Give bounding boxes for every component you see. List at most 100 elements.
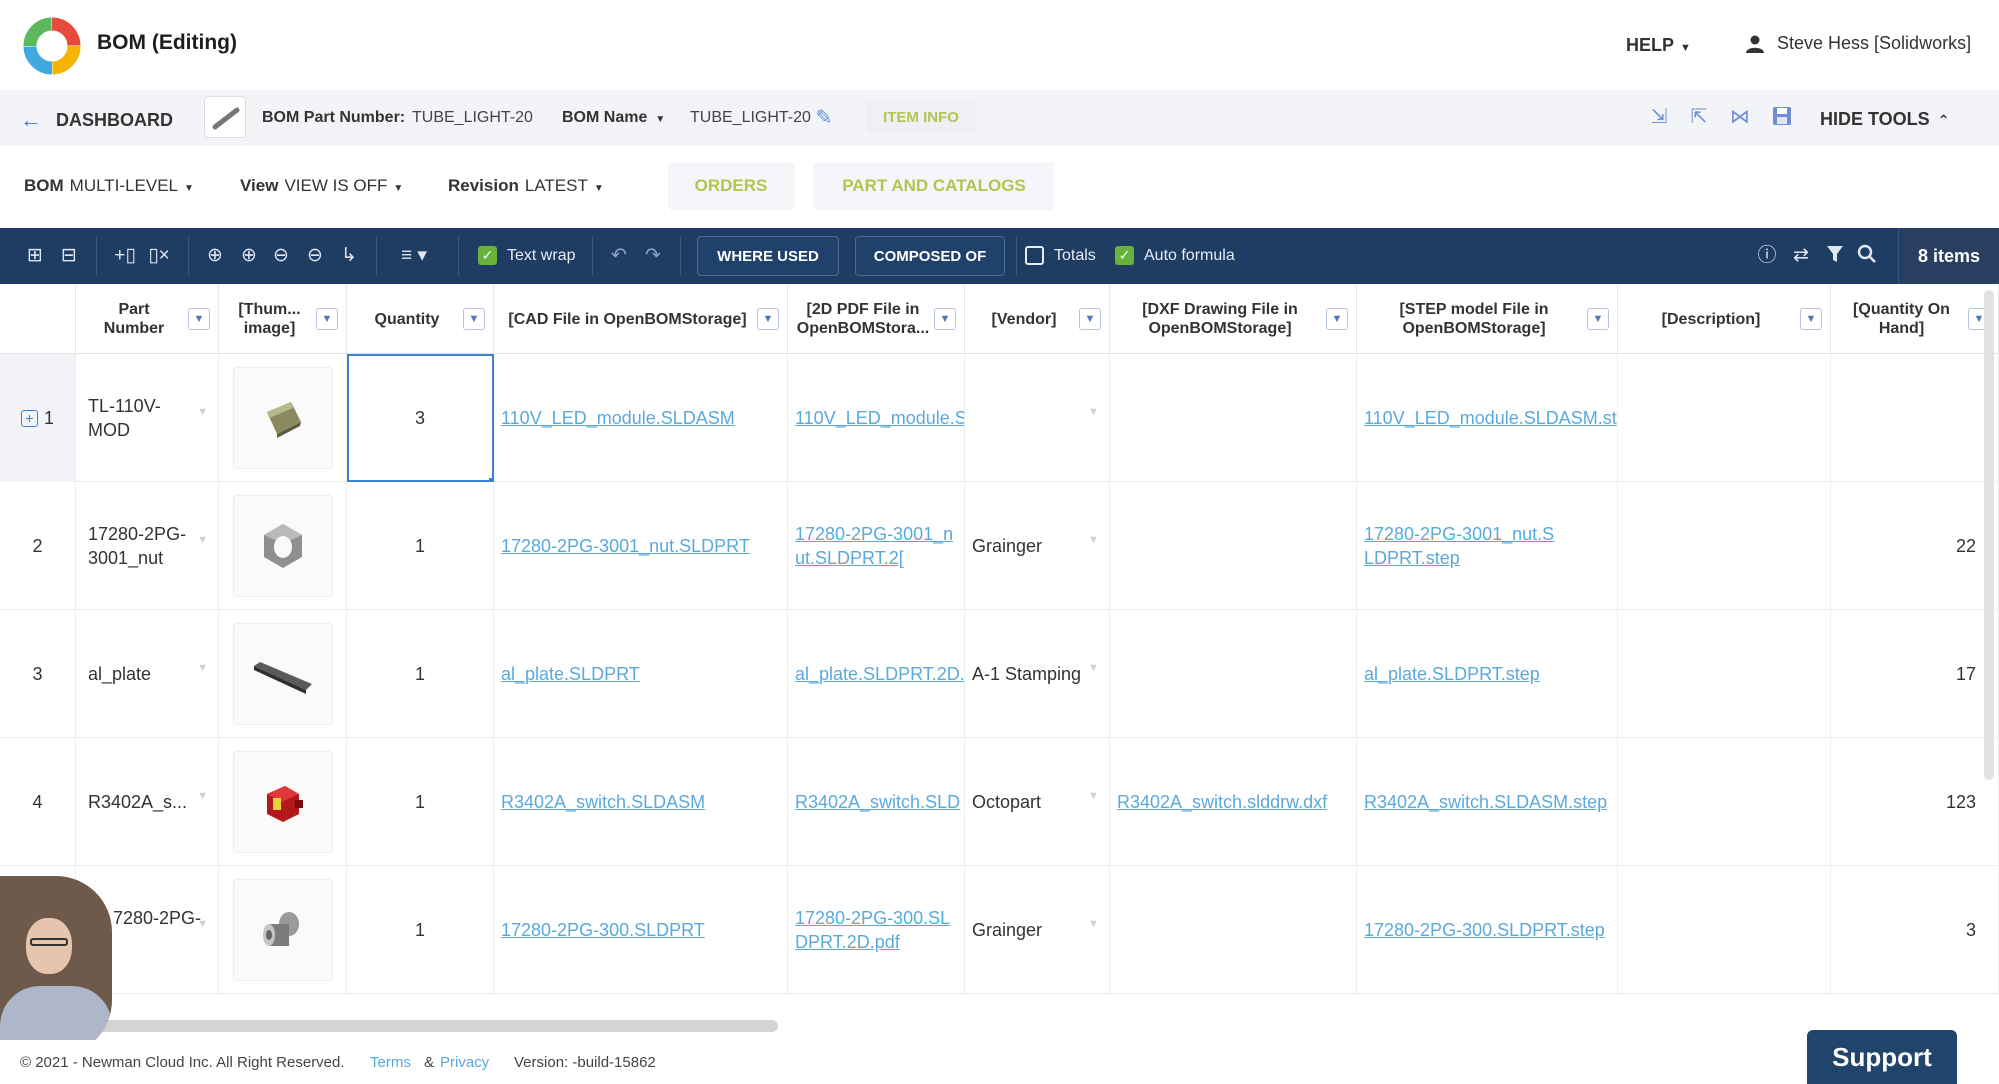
hide-tools-toggle[interactable]: HIDE TOOLS ⌃ <box>1820 109 1949 130</box>
row-number-cell[interactable]: 2 <box>0 482 76 610</box>
indent-icon[interactable]: ↳ <box>336 244 362 268</box>
table-row[interactable]: 2 17280-2PG-3001_nut ▼ 1 17280-2PG-3001_n… <box>0 482 1999 610</box>
quantity-cell[interactable]: 1 <box>347 482 494 610</box>
cad-file-cell[interactable]: 110V_LED_module.SLDASM <box>494 354 788 482</box>
description-cell[interactable] <box>1618 866 1831 994</box>
quantity-cell[interactable]: 1 <box>347 738 494 866</box>
step-file-link[interactable]: R3402A_switch.SLDASM.step <box>1364 790 1607 814</box>
column-header-thumbnail[interactable]: [Thum... image] ▼ <box>219 284 347 354</box>
column-header-vendor[interactable]: [Vendor] ▼ <box>965 284 1110 354</box>
dxf-file-cell[interactable] <box>1110 610 1357 738</box>
pdf-file-link[interactable]: al_plate.SLDPRT.2D. <box>795 662 964 686</box>
item-info-tab[interactable]: ITEM INFO <box>866 100 976 134</box>
part-thumbnail-image[interactable] <box>232 751 333 853</box>
table-row[interactable]: 4 R3402A_s... ▼ 1 R3402A_switch.SLDASM R3… <box>0 738 1999 866</box>
filter-dropdown-icon[interactable]: ▼ <box>1079 308 1101 330</box>
column-header-description[interactable]: [Description] ▼ <box>1618 284 1831 354</box>
openbom-logo[interactable] <box>22 16 82 76</box>
part-thumbnail-image[interactable] <box>232 367 333 469</box>
column-header-dxf-file[interactable]: [DXF Drawing File in OpenBOMStorage] ▼ <box>1110 284 1357 354</box>
cad-file-cell[interactable]: al_plate.SLDPRT <box>494 610 788 738</box>
tab-orders[interactable]: ORDERS <box>668 162 794 210</box>
pdf-file-cell[interactable]: al_plate.SLDPRT.2D. <box>788 610 965 738</box>
description-cell[interactable] <box>1618 482 1831 610</box>
thumbnail-cell[interactable] <box>219 354 347 482</box>
vendor-cell[interactable]: A-1 Stamping ▼ <box>965 610 1110 738</box>
cad-file-cell[interactable]: R3402A_switch.SLDASM <box>494 738 788 866</box>
dashboard-link[interactable]: ← DASHBOARD <box>20 107 173 133</box>
filter-dropdown-icon[interactable]: ▼ <box>934 308 956 330</box>
part-number-cell[interactable]: R3402A_s... ▼ <box>76 738 219 866</box>
filter-dropdown-icon[interactable]: ▼ <box>1587 308 1609 330</box>
row-number-cell[interactable]: 3 <box>0 610 76 738</box>
pdf-file-cell[interactable]: 17280-2PG-300.SLDPRT.2D.pdf <box>788 866 965 994</box>
thumbnail-cell[interactable] <box>219 738 347 866</box>
thumbnail-cell[interactable] <box>219 866 347 994</box>
composed-of-button[interactable]: COMPOSED OF <box>855 236 1005 276</box>
expand-plus-icon[interactable]: + <box>20 409 38 427</box>
quantity-on-hand-cell[interactable]: 3 <box>1831 866 1999 994</box>
share-icon[interactable]: ⋈ <box>1728 105 1752 129</box>
pdf-file-cell[interactable]: R3402A_switch.SLD <box>788 738 965 866</box>
bom-type-dropdown[interactable]: BOM MULTI-LEVEL ▼ <box>24 176 194 196</box>
revision-dropdown[interactable]: Revision LATEST ▼ <box>448 176 604 196</box>
import-icon[interactable]: ⇲ <box>1647 105 1671 129</box>
quantity-on-hand-cell[interactable]: 123 <box>1831 738 1999 866</box>
cad-file-link[interactable]: 110V_LED_module.SLDASM <box>501 406 735 430</box>
quantity-on-hand-cell[interactable]: 22 <box>1831 482 1999 610</box>
column-header-part-number[interactable]: Part Number ▼ <box>76 284 219 354</box>
quantity-on-hand-cell[interactable]: 17 <box>1831 610 1999 738</box>
thumbnail-cell[interactable] <box>219 482 347 610</box>
add-child-icon[interactable]: ⊞ <box>22 244 48 268</box>
remove-child-icon[interactable]: ⊟ <box>56 244 82 268</box>
pdf-file-cell[interactable]: 110V_LED_module.S <box>788 354 965 482</box>
delete-column-icon[interactable]: ▯× <box>146 244 172 268</box>
filter-dropdown-icon[interactable]: ▼ <box>463 308 485 330</box>
vendor-cell[interactable]: Grainger ▼ <box>965 866 1110 994</box>
move-right-icon[interactable]: ⊖ <box>302 244 328 268</box>
export-icon[interactable]: ⇱ <box>1687 105 1711 129</box>
cad-file-link[interactable]: 17280-2PG-3001_nut.SLDPRT <box>501 534 750 558</box>
privacy-link[interactable]: Privacy <box>440 1054 489 1071</box>
part-thumbnail-image[interactable] <box>232 495 333 597</box>
column-header-pdf-file[interactable]: [2D PDF File in OpenBOMStora... ▼ <box>788 284 965 354</box>
quantity-cell[interactable]: 1 <box>347 610 494 738</box>
text-wrap-checkbox[interactable]: ✓ Text wrap <box>478 246 575 265</box>
step-file-cell[interactable]: 17280-2PG-3001_nut.SLDPRT.step <box>1357 482 1618 610</box>
auto-formula-checkbox[interactable]: ✓ Auto formula <box>1115 246 1235 265</box>
table-row[interactable]: 3 al_plate ▼ 1 al_plate.SLDPRT al_plate.S… <box>0 610 1999 738</box>
move-left-icon[interactable]: ⊖ <box>268 244 294 268</box>
row-number-cell[interactable]: 4 <box>0 738 76 866</box>
filter-dropdown-icon[interactable]: ▼ <box>1326 308 1348 330</box>
step-file-link[interactable]: al_plate.SLDPRT.step <box>1364 662 1540 686</box>
description-cell[interactable] <box>1618 354 1831 482</box>
dxf-file-cell[interactable] <box>1110 866 1357 994</box>
step-file-cell[interactable]: R3402A_switch.SLDASM.step <box>1357 738 1618 866</box>
vendor-cell[interactable]: ▼ <box>965 354 1110 482</box>
quantity-cell[interactable]: 1 <box>347 866 494 994</box>
swap-icon[interactable]: ⇄ <box>1788 244 1814 268</box>
filter-dropdown-icon[interactable]: ▼ <box>316 308 338 330</box>
vendor-cell[interactable]: Octopart ▼ <box>965 738 1110 866</box>
step-file-cell[interactable]: al_plate.SLDPRT.step <box>1357 610 1618 738</box>
thumbnail-cell[interactable] <box>219 610 347 738</box>
help-menu[interactable]: HELP ▼ <box>1626 35 1691 56</box>
vertical-scrollbar[interactable] <box>1984 290 1994 780</box>
step-file-link[interactable]: 17280-2PG-3001_nut.SLDPRT.step <box>1364 522 1564 570</box>
filter-icon[interactable] <box>1822 244 1848 268</box>
cad-file-link[interactable]: 17280-2PG-300.SLDPRT <box>501 918 705 942</box>
add-column-icon[interactable]: +▯ <box>112 244 138 268</box>
quantity-cell[interactable]: 3 <box>347 354 494 482</box>
totals-checkbox[interactable]: Totals <box>1025 246 1096 265</box>
part-number-cell[interactable]: al_plate ▼ <box>76 610 219 738</box>
table-row[interactable]: +1 TL-110V-MOD ▼ 3 110V_LED_module.SLDASM… <box>0 354 1999 482</box>
horizontal-scrollbar[interactable] <box>90 1020 778 1032</box>
step-file-cell[interactable]: 110V_LED_module.SLDASM.st <box>1357 354 1618 482</box>
description-cell[interactable] <box>1618 610 1831 738</box>
filter-dropdown-icon[interactable]: ▼ <box>757 308 779 330</box>
terms-link[interactable]: Terms <box>370 1054 411 1071</box>
align-menu-icon[interactable]: ≡ ▾ <box>392 244 436 268</box>
vendor-cell[interactable]: Grainger ▼ <box>965 482 1110 610</box>
undo-icon[interactable]: ↶ <box>606 244 632 268</box>
pdf-file-cell[interactable]: 17280-2PG-3001_nut.SLDPRT.2[ <box>788 482 965 610</box>
